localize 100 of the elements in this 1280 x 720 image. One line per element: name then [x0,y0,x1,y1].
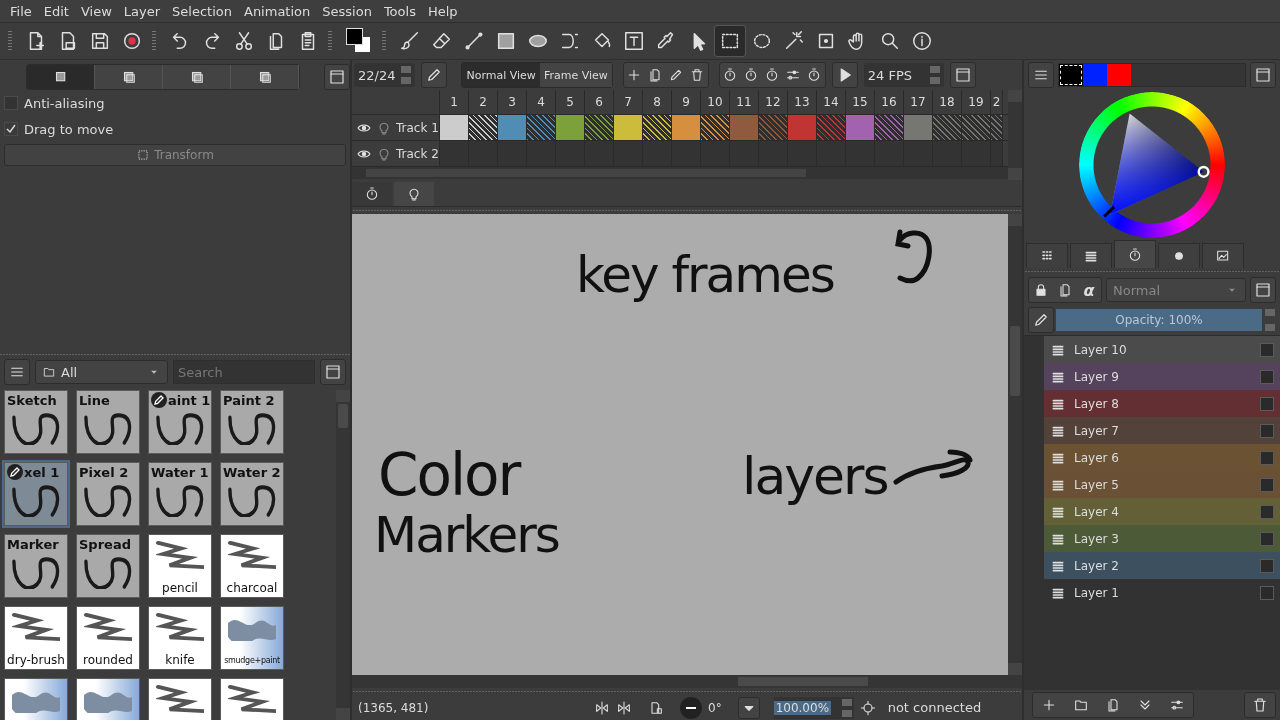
caret-down-icon[interactable] [737,696,760,719]
zoom-spinbox[interactable]: 100.00% [773,696,854,719]
rotate-document-icon[interactable] [648,699,664,716]
lightbulb-icon[interactable] [394,182,434,206]
scrollbar[interactable] [1008,214,1022,675]
brush-preset[interactable]: pencil [148,534,212,598]
brush-preset[interactable]: Paint 2 [220,390,284,454]
rotation-dial-icon[interactable] [680,696,702,719]
frame-spinbox[interactable]: 22/24 [354,63,416,87]
brush-preset[interactable]: aint 1 [148,390,212,454]
scrollbar[interactable] [1008,90,1022,180]
hold-frame-cell[interactable] [875,115,904,140]
window-icon[interactable] [320,359,346,385]
resize-handle[interactable] [352,688,1022,695]
color-swatch[interactable] [1059,64,1083,86]
selection-mode-tab[interactable] [27,65,95,89]
checkbox[interactable] [1260,477,1274,492]
brush-preset[interactable]: Sketch [4,390,68,454]
layer-row[interactable]: Layer 1 [1044,579,1280,606]
hold-frame-cell[interactable] [643,115,672,140]
checkbox[interactable] [1260,450,1274,465]
toolbar-grip[interactable] [328,31,332,51]
layer-row[interactable]: Layer 8 [1044,390,1280,417]
resize-handle[interactable] [1024,268,1280,275]
menu-item[interactable]: Layer [117,3,167,19]
brush-preset[interactable]: Pixel 2 [76,462,140,526]
keyframe-cell[interactable] [672,115,701,140]
view-tab[interactable]: Frame View [539,63,612,87]
resize-handle[interactable] [0,351,350,358]
window-icon[interactable] [324,64,350,90]
search-field[interactable]: Search [173,360,315,384]
layer-row[interactable]: Layer 9 [1044,363,1280,390]
pencil-icon[interactable] [1028,307,1054,333]
menu-item[interactable]: Selection [166,3,238,19]
brush-preset[interactable]: charcoal [220,534,284,598]
brush-preset[interactable]: xel 1 [4,462,68,526]
keyframe-cell[interactable] [788,115,817,140]
layer-row[interactable]: Layer 3 [1044,525,1280,552]
menu-item[interactable]: Session [316,3,378,19]
stopwatch-icon[interactable] [352,182,392,206]
menu-item[interactable]: Animation [238,3,317,19]
pencil-icon[interactable] [421,62,448,88]
scrollbar[interactable] [352,167,1008,179]
hold-frame-cell[interactable] [469,115,498,140]
rectangle-selection-icon[interactable] [714,25,746,57]
mirror-icon[interactable] [594,699,610,716]
resize-handle[interactable] [352,207,1022,214]
brush-preset[interactable]: Line [76,390,140,454]
brush-preset[interactable]: Water 1 [148,462,212,526]
menu-item[interactable]: Help [421,3,464,19]
keyframe-cell[interactable] [556,115,585,140]
layer-row[interactable]: Layer 6 [1044,444,1280,471]
hold-frame-cell[interactable] [759,115,788,140]
hold-frame-cell[interactable] [585,115,614,140]
grid-icon[interactable] [1026,243,1068,268]
crosshair-icon[interactable] [859,699,876,716]
brush-preset[interactable]: Marker [4,534,68,598]
brush-preset[interactable]: smudge+paint [220,606,284,670]
checkbox[interactable] [1260,423,1274,438]
checkbox[interactable] [4,122,18,136]
hold-frame-cell[interactable] [933,115,962,140]
hold-frame-cell[interactable] [991,115,1003,140]
menu-item[interactable]: Tools [377,3,422,19]
checkbox[interactable] [1260,558,1274,573]
image-edit-icon[interactable] [1202,243,1244,268]
scrollbar[interactable] [352,675,1022,688]
layer-row[interactable]: Layer 5 [1044,471,1280,498]
menu-item[interactable]: View [74,3,118,19]
keyframe-cell[interactable] [440,115,469,140]
checkbox[interactable] [1260,531,1274,546]
color-swatch[interactable] [1083,64,1107,86]
layer-stack-icon[interactable] [1070,243,1112,268]
checkbox[interactable] [1260,585,1274,600]
play-icon[interactable] [831,62,858,88]
checkbox[interactable] [1260,369,1274,384]
menu-item[interactable]: File [4,3,38,19]
scrollbar[interactable] [336,390,350,720]
color-swatch[interactable] [1107,64,1131,86]
window-icon[interactable] [1250,277,1276,303]
stopwatch-icon[interactable] [1114,240,1156,268]
checkbox[interactable] [1260,396,1274,411]
toolbar-grip[interactable] [382,31,386,51]
keyframe-cell[interactable] [498,115,527,140]
brush-preset[interactable]: Spread [76,534,140,598]
hold-frame-cell[interactable] [817,115,846,140]
keyframe-cell[interactable] [614,115,643,140]
brush-preset[interactable]: dry-brush [4,606,68,670]
hold-frame-cell[interactable] [527,115,556,140]
menu-item[interactable]: Edit [37,3,75,19]
window-icon[interactable] [949,62,976,88]
trash-icon[interactable] [1244,692,1276,718]
brush-preset[interactable]: rounded [76,606,140,670]
keyframe-cell[interactable] [730,115,759,140]
layer-row[interactable]: Layer 10 [1044,336,1280,363]
menu-icon[interactable] [4,359,30,385]
menu-icon[interactable] [1028,62,1054,88]
window-icon[interactable] [1250,62,1276,88]
checkbox[interactable] [1260,342,1274,357]
drawing-canvas[interactable]: key frames Color Markers layers [352,214,1008,675]
toolbar-grip[interactable] [8,31,12,51]
